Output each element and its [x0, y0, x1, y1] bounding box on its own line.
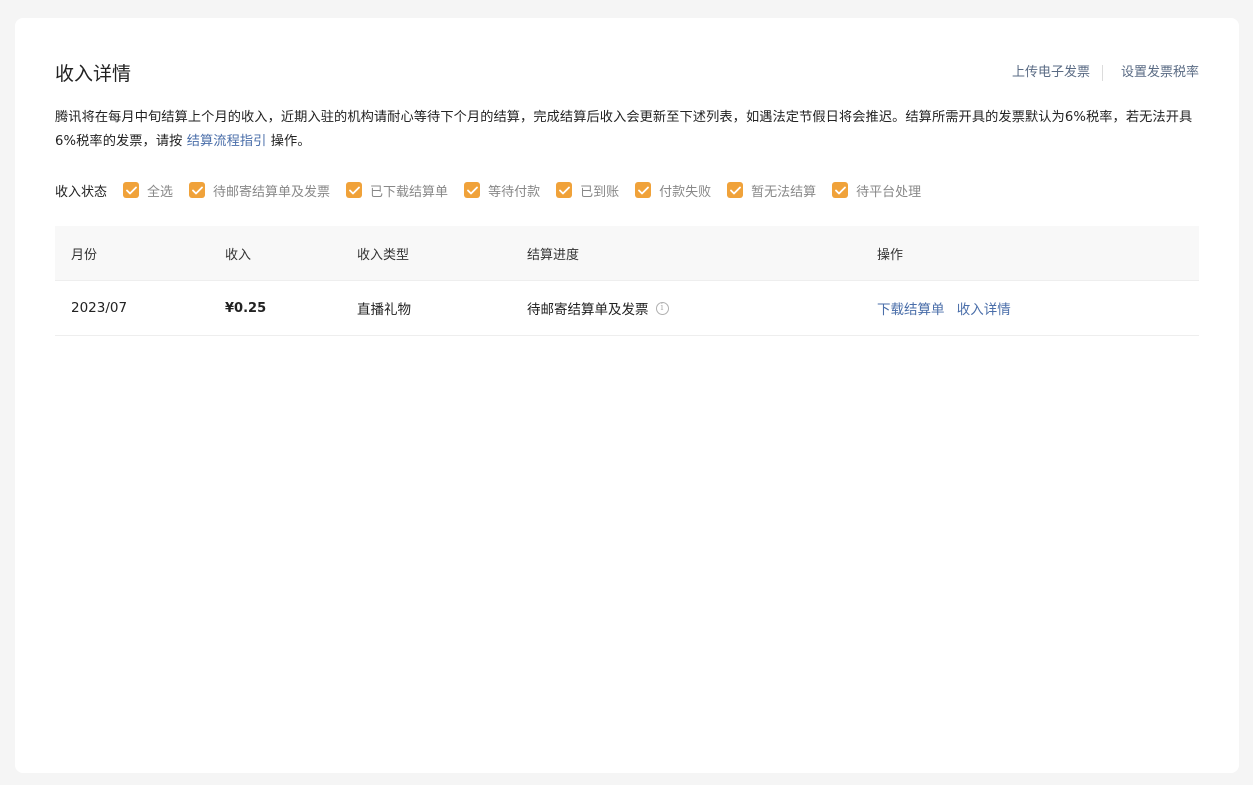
- cell-progress: 待邮寄结算单及发票 i: [527, 298, 877, 318]
- set-tax-rate-link[interactable]: 设置发票税率: [1121, 64, 1199, 82]
- status-checkbox[interactable]: 暂无法结算: [727, 181, 816, 200]
- cell-amount: ¥0.25: [225, 300, 267, 316]
- download-statement-link[interactable]: 下载结算单: [877, 302, 945, 318]
- status-checkbox-label: 暂无法结算: [751, 184, 817, 200]
- header-divider: [1101, 65, 1103, 81]
- status-checkbox[interactable]: 付款失败: [635, 181, 711, 200]
- settlement-guide-link[interactable]: 结算流程指引: [187, 134, 267, 149]
- status-checkbox-label: 付款失败: [659, 184, 712, 200]
- checkbox-check-icon[interactable]: [556, 182, 573, 198]
- checkbox-check-icon[interactable]: [464, 182, 481, 198]
- notice-text-end: 操作。: [266, 134, 311, 149]
- checkbox-check-icon[interactable]: [346, 182, 363, 198]
- status-checkbox[interactable]: 已到账: [556, 181, 619, 200]
- status-checkbox-label: 待平台处理: [856, 184, 922, 200]
- checkbox-check-icon[interactable]: [635, 182, 652, 198]
- checkbox-check-icon[interactable]: [189, 182, 206, 198]
- status-filter: 收入状态 全选 待邮寄结算单及发票 已下载结算单 等待付款 已到账 付款失败 暂无法结算 待平…: [55, 179, 937, 201]
- status-checkbox[interactable]: 全选: [123, 181, 173, 200]
- status-checkbox[interactable]: 已下载结算单: [346, 181, 448, 200]
- header-month: 月份: [71, 247, 98, 263]
- income-card: 收入详情 上传电子发票 设置发票税率 腾讯将在每月中旬结算上个月的收入，近期入驻…: [15, 18, 1239, 773]
- status-checkbox-label: 全选: [147, 184, 174, 200]
- status-checkbox-label: 已到账: [580, 184, 620, 200]
- status-checkbox-label: 待邮寄结算单及发票: [213, 184, 331, 200]
- info-icon[interactable]: i: [655, 301, 669, 315]
- header-amount: 收入: [225, 247, 252, 263]
- header-progress: 结算进度: [527, 247, 580, 263]
- income-table: 月份 收入 收入类型 结算进度 操作 2023/07 ¥0.25 直播礼物 待邮…: [55, 226, 1199, 336]
- checkbox-check-icon[interactable]: [832, 182, 849, 198]
- progress-text: 待邮寄结算单及发票: [527, 302, 649, 318]
- header-actions: 上传电子发票 设置发票税率: [1012, 64, 1199, 82]
- income-detail-link[interactable]: 收入详情: [957, 302, 1011, 318]
- upload-invoice-link[interactable]: 上传电子发票: [1012, 64, 1090, 82]
- checkbox-check-icon[interactable]: [123, 182, 140, 198]
- header-type: 收入类型: [357, 247, 410, 263]
- cell-month: 2023/07: [71, 300, 128, 316]
- header-actions-col: 操作: [877, 247, 904, 263]
- status-checkbox[interactable]: 待邮寄结算单及发票: [189, 181, 330, 200]
- page-title: 收入详情: [55, 63, 132, 85]
- settlement-notice: 腾讯将在每月中旬结算上个月的收入，近期入驻的机构请耐心等待下个月的结算，完成结算…: [55, 106, 1205, 154]
- status-checkbox-label: 已下载结算单: [370, 184, 449, 200]
- status-checkbox-label: 等待付款: [488, 184, 541, 200]
- status-checkbox[interactable]: 待平台处理: [832, 181, 921, 200]
- table-row: 2023/07 ¥0.25 直播礼物 待邮寄结算单及发票 i 下载结算单 收入详…: [55, 281, 1199, 336]
- cell-type: 直播礼物: [357, 302, 411, 318]
- status-filter-label: 收入状态: [55, 184, 108, 200]
- checkbox-check-icon[interactable]: [727, 182, 744, 198]
- status-options: 全选 待邮寄结算单及发票 已下载结算单 等待付款 已到账 付款失败 暂无法结算 待平台处理: [123, 181, 937, 200]
- table-header: 月份 收入 收入类型 结算进度 操作: [55, 226, 1199, 281]
- status-checkbox[interactable]: 等待付款: [464, 181, 540, 200]
- cell-actions: 下载结算单 收入详情: [877, 298, 1199, 318]
